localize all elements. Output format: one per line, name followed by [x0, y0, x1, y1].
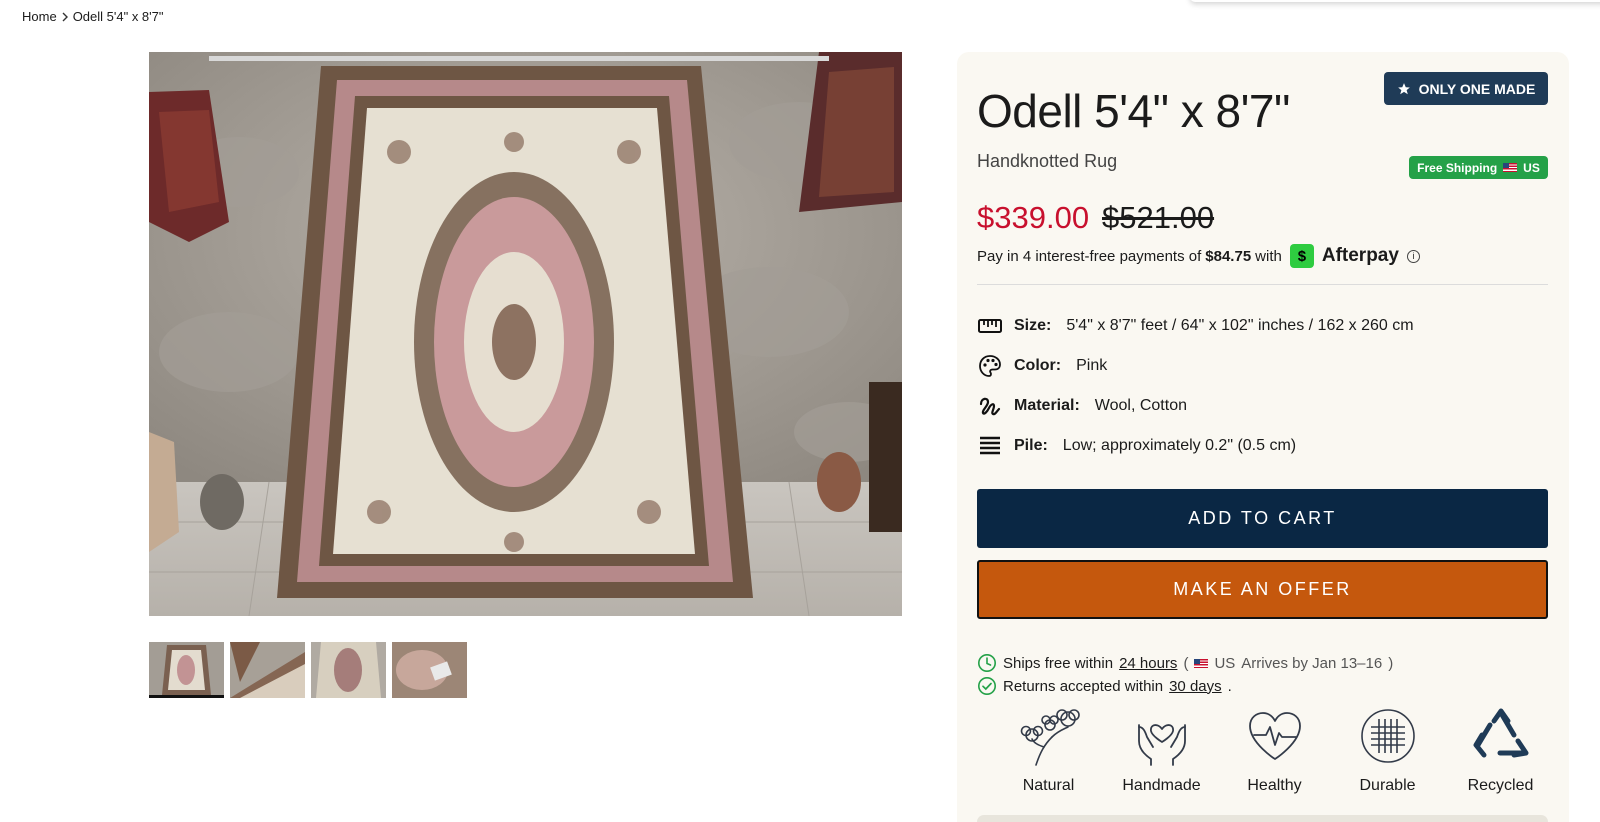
make-offer-button[interactable]: MAKE AN OFFER	[977, 560, 1548, 619]
divider	[977, 284, 1548, 285]
clock-icon	[978, 654, 996, 672]
original-price: $521.00	[1102, 200, 1215, 235]
star-icon	[1397, 82, 1410, 94]
feature-healthy: Healthy	[1218, 705, 1331, 795]
free-shipping-label: Free Shipping	[1417, 160, 1498, 175]
ruler-icon	[977, 313, 1003, 339]
ships-window-link[interactable]: 24 hours	[1119, 655, 1177, 672]
info-icon[interactable]: i	[1406, 249, 1420, 263]
weave-icon	[1357, 705, 1419, 767]
feature-recycled: Recycled	[1444, 705, 1557, 795]
thumbnail-4[interactable]	[392, 642, 467, 698]
open-paren: (	[1183, 654, 1189, 672]
spec-material-value: Wool, Cotton	[1094, 397, 1187, 414]
only-one-made-label: ONLY ONE MADE	[1418, 80, 1536, 97]
thumbnail-2[interactable]	[230, 642, 305, 698]
breadcrumb: Home Odell 5'4" x 8'7"	[22, 9, 163, 24]
feature-natural-label: Natural	[1022, 777, 1075, 794]
breadcrumb-current: Odell 5'4" x 8'7"	[72, 9, 164, 24]
close-paren: )	[1388, 654, 1394, 672]
feature-list: Natural Handmade Healthy Durable Recycle…	[992, 705, 1557, 795]
collapsed-section-bar[interactable]	[977, 815, 1548, 822]
returns-window-link[interactable]: 30 days	[1169, 678, 1222, 695]
spec-pile: Pile: Low; approximately 0.2" (0.5 cm)	[977, 433, 1296, 459]
sale-price: $339.00	[977, 200, 1090, 235]
product-title: Odell 5'4" x 8'7"	[977, 85, 1290, 137]
us-flag-icon	[1503, 163, 1518, 172]
header-shadow	[1190, 0, 1600, 2]
spec-size-value: 5'4" x 8'7" feet / 64" x 102" inches / 1…	[1066, 317, 1414, 334]
thumbnail-3[interactable]	[311, 642, 386, 698]
feature-recycled-label: Recycled	[1467, 777, 1534, 794]
spec-pile-key: Pile:	[1014, 437, 1048, 454]
feature-healthy-label: Healthy	[1247, 777, 1302, 794]
layers-icon	[977, 433, 1003, 459]
afterpay-brand: Afterpay	[1321, 245, 1399, 266]
free-shipping-region: US	[1523, 160, 1540, 175]
spec-color: Color: Pink	[977, 353, 1107, 379]
ships-free-line: Ships free within 24 hours ( US Arrives …	[977, 653, 1393, 673]
breadcrumb-home-link[interactable]: Home	[22, 9, 57, 24]
feature-durable-label: Durable	[1359, 777, 1416, 794]
yarn-icon	[977, 393, 1003, 419]
cotton-flower-icon	[1018, 705, 1080, 767]
spec-size: Size: 5'4" x 8'7" feet / 64" x 102" inch…	[977, 313, 1414, 339]
product-main-image[interactable]	[149, 52, 902, 616]
returns-prefix: Returns accepted within	[1003, 677, 1164, 695]
arrival-estimate: Arrives by Jan 13–16	[1241, 654, 1383, 672]
spec-color-key: Color:	[1014, 357, 1062, 374]
chevron-right-icon	[57, 12, 73, 22]
thumbnail-1[interactable]	[149, 642, 224, 698]
returns-line: Returns accepted within 30 days .	[977, 676, 1232, 696]
free-shipping-badge: Free Shipping US	[1409, 156, 1548, 179]
afterpay-prefix: Pay in 4 interest-free payments of	[977, 247, 1202, 265]
spec-size-key: Size:	[1014, 317, 1052, 334]
recycle-icon	[1470, 705, 1532, 767]
spec-pile-value: Low; approximately 0.2" (0.5 cm)	[1062, 437, 1297, 454]
returns-suffix: .	[1227, 677, 1232, 695]
heartbeat-icon	[1244, 705, 1306, 767]
spec-material: Material: Wool, Cotton	[977, 393, 1187, 419]
ships-prefix: Ships free within	[1003, 654, 1114, 672]
feature-handmade: Handmade	[1105, 705, 1218, 795]
rug-photo	[149, 52, 902, 616]
ship-region: US	[1214, 654, 1236, 672]
palette-icon	[977, 353, 1003, 379]
check-circle-icon	[978, 677, 996, 695]
us-flag-icon	[1194, 658, 1209, 668]
afterpay-logo-icon: $	[1289, 244, 1314, 268]
hands-heart-icon	[1131, 705, 1193, 767]
afterpay-with: with	[1255, 247, 1282, 265]
feature-handmade-label: Handmade	[1122, 777, 1201, 794]
thumbnail-strip	[149, 642, 467, 698]
feature-natural: Natural	[992, 705, 1105, 795]
add-to-cart-button[interactable]: ADD TO CART	[977, 489, 1548, 548]
spec-material-key: Material:	[1014, 397, 1080, 414]
afterpay-message: Pay in 4 interest-free payments of $84.7…	[977, 244, 1420, 268]
afterpay-amount: $84.75	[1205, 247, 1252, 265]
product-subtitle: Handknotted Rug	[977, 151, 1118, 171]
only-one-made-badge: ONLY ONE MADE	[1384, 72, 1548, 105]
feature-durable: Durable	[1331, 705, 1444, 795]
spec-color-value: Pink	[1076, 357, 1108, 374]
